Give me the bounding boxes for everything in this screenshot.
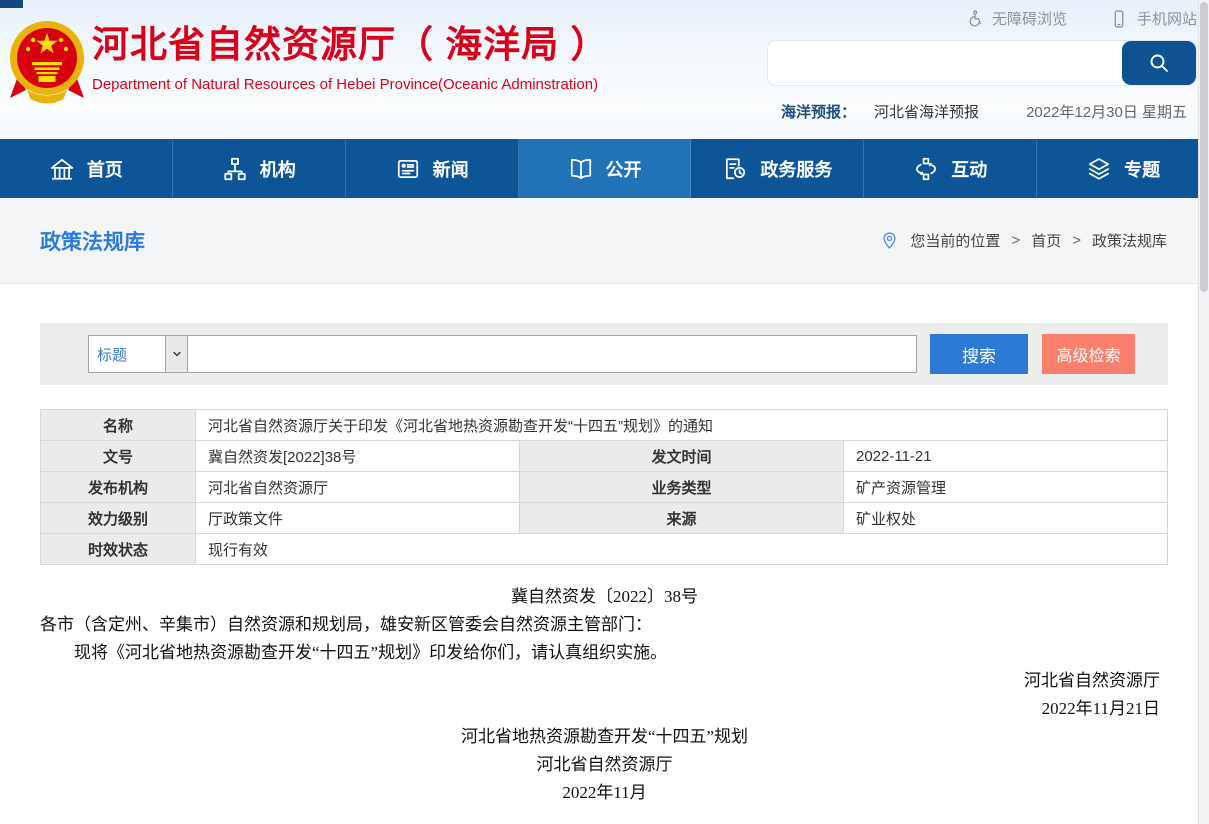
nav-item-news[interactable]: 新闻 <box>346 139 519 198</box>
search-button[interactable]: 搜索 <box>930 334 1028 374</box>
table-row: 时效状态 现行有效 <box>41 534 1168 565</box>
field-value-name: 河北省自然资源厅关于印发《河北省地热资源勘查开发“十四五”规划》的通知 <box>196 410 1168 441</box>
document-signer: 河北省自然资源厅 <box>0 667 1209 695</box>
scrollbar[interactable] <box>1198 0 1209 824</box>
breadcrumb-separator: > <box>1072 232 1081 249</box>
accessibility-link[interactable]: 无障碍浏览 <box>964 8 1067 29</box>
table-row: 文号 冀自然资发[2022]38号 发文时间 2022-11-21 <box>41 441 1168 472</box>
field-value-source: 矿业权处 <box>844 503 1168 534</box>
nav-item-public[interactable]: 公开 <box>519 139 692 198</box>
document-sign-date: 2022年11月21日 <box>0 695 1209 723</box>
header-search-input[interactable] <box>768 41 1122 85</box>
field-value-effect-level: 厅政策文件 <box>196 503 520 534</box>
accessibility-label: 无障碍浏览 <box>992 8 1067 29</box>
field-value-issuer: 河北省自然资源厅 <box>196 472 520 503</box>
nav-item-home[interactable]: 首页 <box>0 139 173 198</box>
open-book-icon <box>568 156 594 182</box>
utility-bar: 无障碍浏览 手机网站 <box>767 8 1197 29</box>
gov-service-icon <box>722 156 748 182</box>
attachment-date: 2022年11月 <box>0 779 1209 807</box>
nav-label: 新闻 <box>433 156 469 182</box>
field-value-issue-date: 2022-11-21 <box>844 441 1168 472</box>
scrollbar-thumb[interactable] <box>1200 2 1208 292</box>
forecast-label: 海洋预报： <box>781 101 856 122</box>
field-label-doc-number: 文号 <box>41 441 196 472</box>
policy-search-input[interactable] <box>188 335 917 373</box>
document-content: 冀自然资发〔2022〕38号 各市（含定州、辛集市）自然资源和规划局，雄安新区管… <box>0 583 1209 807</box>
field-label-effect-level: 效力级别 <box>41 503 196 534</box>
org-icon <box>222 156 248 182</box>
field-label-issue-date: 发文时间 <box>520 441 844 472</box>
nav-label: 政务服务 <box>760 156 832 182</box>
field-label-name: 名称 <box>41 410 196 441</box>
location-pin-icon <box>880 231 899 250</box>
interact-icon <box>913 156 939 182</box>
field-value-doc-number: 冀自然资发[2022]38号 <box>196 441 520 472</box>
breadcrumb-band: 政策法规库 您当前的位置 > 首页 > 政策法规库 <box>0 198 1209 284</box>
table-row: 发布机构 河北省自然资源厅 业务类型 矿产资源管理 <box>41 472 1168 503</box>
national-emblem-logo <box>8 16 86 108</box>
page-title: 政策法规库 <box>40 226 145 256</box>
field-label-issuer: 发布机构 <box>41 472 196 503</box>
site-title-block: 河北省自然资源厅（ 海洋局 ） Department of Natural Re… <box>92 24 609 93</box>
forecast-link[interactable]: 河北省海洋预报 <box>874 101 979 122</box>
current-date: 2022年12月30日 星期五 <box>1026 101 1187 122</box>
chevron-down-icon <box>165 336 187 372</box>
policy-detail-table: 名称 河北省自然资源厅关于印发《河北省地热资源勘查开发“十四五”规划》的通知 文… <box>40 409 1168 565</box>
forecast-row: 海洋预报： 河北省海洋预报 2022年12月30日 星期五 <box>767 101 1197 122</box>
mobile-site-label: 手机网站 <box>1137 8 1197 29</box>
nav-item-topics[interactable]: 专题 <box>1037 139 1209 198</box>
document-salutation: 各市（含定州、辛集市）自然资源和规划局，雄安新区管委会自然资源主管部门： <box>0 611 1209 639</box>
header-search-button[interactable] <box>1122 41 1196 85</box>
search-field-select[interactable]: 标题 <box>88 335 188 373</box>
nav-label: 首页 <box>87 156 123 182</box>
policy-search-bar: 标题 搜索 高级检索 <box>40 323 1168 385</box>
nav-label: 专题 <box>1124 156 1160 182</box>
breadcrumb-item-home[interactable]: 首页 <box>1031 230 1061 251</box>
nav-item-org[interactable]: 机构 <box>173 139 346 198</box>
nav-label: 机构 <box>260 156 296 182</box>
breadcrumb-location-label: 您当前的位置 <box>910 230 1000 251</box>
header-search-box <box>767 40 1197 86</box>
table-row: 效力级别 厅政策文件 来源 矿业权处 <box>41 503 1168 534</box>
search-field-selected-value: 标题 <box>89 336 165 372</box>
home-icon <box>49 156 75 182</box>
advanced-search-button[interactable]: 高级检索 <box>1042 334 1135 374</box>
attachment-author: 河北省自然资源厅 <box>0 751 1209 779</box>
site-title: 河北省自然资源厅（ 海洋局 ） <box>92 24 609 67</box>
breadcrumb-item-current[interactable]: 政策法规库 <box>1092 230 1167 251</box>
magnifier-icon <box>1147 51 1171 75</box>
attachment-title: 河北省地热资源勘查开发“十四五”规划 <box>0 723 1209 751</box>
nav-label: 互动 <box>951 156 987 182</box>
table-row: 名称 河北省自然资源厅关于印发《河北省地热资源勘查开发“十四五”规划》的通知 <box>41 410 1168 441</box>
mobile-site-link[interactable]: 手机网站 <box>1109 8 1197 29</box>
topics-icon <box>1086 156 1112 182</box>
field-label-validity: 时效状态 <box>41 534 196 565</box>
nav-label: 公开 <box>606 156 642 182</box>
field-value-validity: 现行有效 <box>196 534 1168 565</box>
nav-item-gov-service[interactable]: 政务服务 <box>691 139 864 198</box>
site-subtitle: Department of Natural Resources of Hebei… <box>92 76 609 93</box>
breadcrumb-separator: > <box>1011 232 1020 249</box>
document-body-text: 现将《河北省地热资源勘查开发“十四五”规划》印发给你们，请认真组织实施。 <box>0 639 1209 667</box>
breadcrumb: 您当前的位置 > 首页 > 政策法规库 <box>880 230 1167 251</box>
nav-item-interact[interactable]: 互动 <box>864 139 1037 198</box>
news-icon <box>395 156 421 182</box>
field-value-business-type: 矿产资源管理 <box>844 472 1168 503</box>
corner-accent <box>0 0 23 8</box>
document-number: 冀自然资发〔2022〕38号 <box>0 583 1209 611</box>
main-nav: 首页 机构 新闻 公开 <box>0 139 1209 198</box>
site-header: 河北省自然资源厅（ 海洋局 ） Department of Natural Re… <box>0 0 1209 139</box>
field-label-source: 来源 <box>520 503 844 534</box>
phone-icon <box>1109 9 1129 29</box>
field-label-business-type: 业务类型 <box>520 472 844 503</box>
wheelchair-icon <box>964 9 984 29</box>
